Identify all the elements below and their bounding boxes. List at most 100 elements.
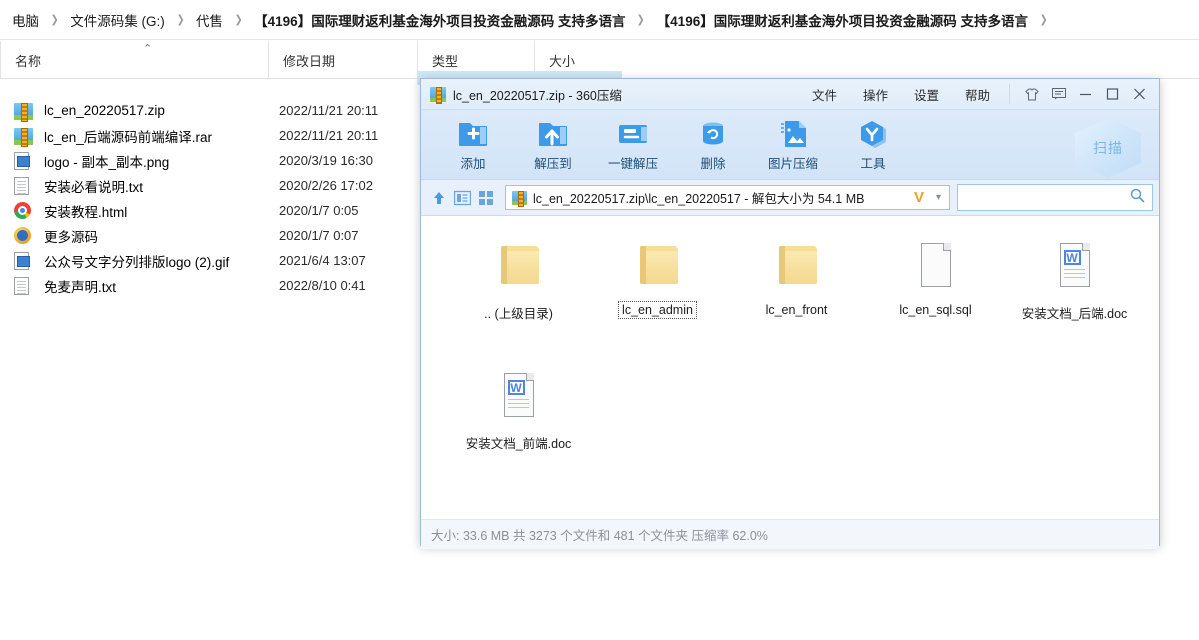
up-arrow-icon[interactable] — [431, 186, 447, 210]
window-controls[interactable] — [1009, 84, 1159, 104]
file-row[interactable]: 免麦声明.txt 2022/8/10 0:41 — [0, 273, 420, 298]
delete-icon — [696, 118, 730, 150]
archive-item-label: 安装文档_前端.doc — [463, 432, 575, 453]
toolbar[interactable]: 添加 解压到一键解压删除 图片压缩 工具 扫描 — [421, 110, 1159, 180]
one-click-extract-icon — [616, 118, 650, 150]
archive-item-grid[interactable]: .. (上级目录) lc_en_admin lc_en_front lc_en_sql… — [421, 230, 1159, 490]
file-name: lc_en_后端源码前端编译.rar — [44, 126, 212, 146]
archive-item-label: 安装文档_后端.doc — [1019, 302, 1131, 323]
status-text: 大小: 33.6 MB 共 3273 个文件和 481 个文件夹 压缩率 62.… — [431, 525, 768, 544]
breadcrumb-item[interactable]: 文件源码集 (G:) — [66, 8, 169, 32]
window-title: lc_en_20220517.zip - 360压缩 — [453, 85, 622, 104]
column-header[interactable]: 修改日期 — [268, 41, 417, 79]
breadcrumb[interactable]: 电脑❯文件源码集 (G:)❯代售❯【4196】国际理财返利基金海外项目投资金融源… — [0, 0, 1199, 40]
archive-item[interactable]: lc_en_front — [727, 230, 866, 360]
scan-label: 扫描 — [1093, 138, 1123, 158]
scan-badge[interactable]: 扫描 — [1075, 118, 1141, 178]
file-row[interactable]: 安装教程.html2020/1/7 0:05 — [0, 198, 420, 223]
search-icon[interactable] — [1130, 188, 1145, 208]
text-icon — [14, 177, 36, 195]
folder-icon — [495, 240, 543, 292]
image-compress-icon — [776, 118, 810, 150]
file-modified-date: 2020/1/7 0:07 — [279, 228, 359, 243]
word-doc-icon: W — [495, 370, 543, 422]
toolbar-button[interactable]: 工具 — [833, 118, 913, 172]
zip-icon — [14, 102, 36, 120]
breadcrumb-separator-icon: ❯ — [229, 13, 249, 26]
file-modified-date: 2020/3/19 16:30 — [279, 153, 373, 168]
menubar[interactable]: 文件操作设置帮助 — [799, 81, 1003, 108]
file-name: 安装必看说明.txt — [44, 176, 143, 196]
extract-to-icon — [536, 118, 570, 150]
skin-icon[interactable] — [1018, 83, 1045, 105]
menu-item[interactable]: 帮助 — [952, 81, 1003, 108]
breadcrumb-item[interactable]: 【4196】国际理财返利基金海外项目投资金融源码 支持多语言 — [653, 8, 1032, 32]
column-header[interactable]: 名称 — [0, 41, 268, 79]
breadcrumb-separator-icon: ❯ — [45, 13, 65, 26]
breadcrumb-separator-icon: ❯ — [170, 13, 190, 26]
menu-item[interactable]: 操作 — [850, 81, 901, 108]
breadcrumb-item[interactable]: 代售 — [192, 8, 227, 32]
file-row[interactable]: logo - 副本_副本.png 2020/3/19 16:30 — [0, 148, 420, 173]
file-name: lc_en_20220517.zip — [44, 103, 165, 118]
tools-icon — [856, 118, 890, 150]
file-modified-date: 2022/8/10 0:41 — [279, 278, 366, 293]
file-modified-date: 2020/1/7 0:05 — [279, 203, 359, 218]
word-doc-icon: W — [1051, 240, 1099, 292]
address-bar[interactable]: lc_en_20220517.zip\lc_en_20220517 - 解包大小… — [505, 185, 950, 210]
toolbar-button-label: 添加 — [460, 153, 485, 172]
file-name: 免麦声明.txt — [44, 276, 116, 296]
file-modified-date: 2021/6/4 13:07 — [279, 253, 366, 268]
file-modified-date: 2022/11/21 20:11 — [279, 128, 378, 143]
toolbar-button-label: 工具 — [860, 153, 885, 172]
file-modified-date: 2022/11/21 20:11 — [279, 103, 378, 118]
archive-item-label: lc_en_front — [763, 302, 831, 318]
archive-item[interactable]: W 安装文档_后端.doc — [1005, 230, 1144, 360]
archive-contents[interactable]: .. (上级目录) lc_en_admin lc_en_front lc_en_sql… — [421, 216, 1159, 519]
path-bar[interactable]: lc_en_20220517.zip\lc_en_20220517 - 解包大小… — [421, 180, 1159, 216]
image-icon — [14, 152, 36, 170]
breadcrumb-item[interactable]: 【4196】国际理财返利基金海外项目投资金融源码 支持多语言 — [250, 8, 629, 32]
chrome-icon — [14, 202, 36, 220]
toolbar-button[interactable]: 删除 — [673, 118, 753, 172]
menu-item[interactable]: 设置 — [901, 81, 952, 108]
toolbar-button[interactable]: 解压到 — [513, 118, 593, 172]
toolbar-button[interactable]: 图片压缩 — [753, 118, 833, 172]
file-row[interactable]: 安装必看说明.txt2020/2/26 17:02 — [0, 173, 420, 198]
zip-window[interactable]: lc_en_20220517.zip - 360压缩 文件操作设置帮助 — [420, 78, 1160, 546]
image-icon — [14, 252, 36, 270]
close-icon[interactable] — [1126, 83, 1153, 105]
search-input[interactable] — [965, 190, 1130, 206]
archive-item-label: lc_en_admin — [619, 302, 696, 318]
search-box[interactable] — [957, 184, 1153, 211]
toolbar-button-label: 删除 — [700, 153, 725, 172]
toolbar-button[interactable]: 添加 — [433, 118, 513, 172]
internet-shortcut-icon — [14, 227, 36, 245]
file-list[interactable]: lc_en_20220517.zip2022/11/21 20:11lc_en_… — [0, 98, 420, 298]
file-row[interactable]: lc_en_后端源码前端编译.rar 2022/11/21 20:11 — [0, 123, 420, 148]
archive-item[interactable]: lc_en_sql.sql — [866, 230, 1005, 360]
archive-item[interactable]: lc_en_admin — [588, 230, 727, 360]
breadcrumb-item[interactable]: 电脑 — [8, 8, 43, 32]
file-name: logo - 副本_副本.png — [44, 151, 169, 171]
toolbar-button-label: 图片压缩 — [768, 153, 818, 172]
window-titlebar[interactable]: lc_en_20220517.zip - 360压缩 文件操作设置帮助 — [421, 79, 1159, 110]
status-bar: 大小: 33.6 MB 共 3273 个文件和 481 个文件夹 压缩率 62.… — [421, 519, 1159, 549]
archive-item[interactable]: W 安装文档_前端.doc — [449, 360, 588, 490]
maximize-icon[interactable] — [1099, 83, 1126, 105]
archive-item-label: .. (上级目录) — [481, 302, 556, 323]
file-row[interactable]: 公众号文字分列排版logo (2).gif2021/6/4 13:07 — [0, 248, 420, 273]
address-text: lc_en_20220517.zip\lc_en_20220517 - 解包大小… — [533, 188, 864, 207]
file-row[interactable]: lc_en_20220517.zip 2022/11/21 20:11 — [0, 98, 420, 123]
toolbar-button[interactable]: 一键解压 — [593, 118, 673, 172]
file-name: 更多源码 — [44, 226, 98, 246]
minimize-icon[interactable] — [1072, 83, 1099, 105]
menu-item[interactable]: 文件 — [799, 81, 850, 108]
folder-icon — [634, 240, 682, 292]
chevron-down-icon[interactable]: ▾ — [936, 192, 949, 203]
grid-view-icon[interactable] — [478, 186, 494, 210]
file-row[interactable]: 更多源码 2020/1/7 0:07 — [0, 223, 420, 248]
feedback-icon[interactable] — [1045, 83, 1072, 105]
archive-item[interactable]: .. (上级目录) — [449, 230, 588, 360]
list-view-icon[interactable] — [454, 186, 471, 210]
